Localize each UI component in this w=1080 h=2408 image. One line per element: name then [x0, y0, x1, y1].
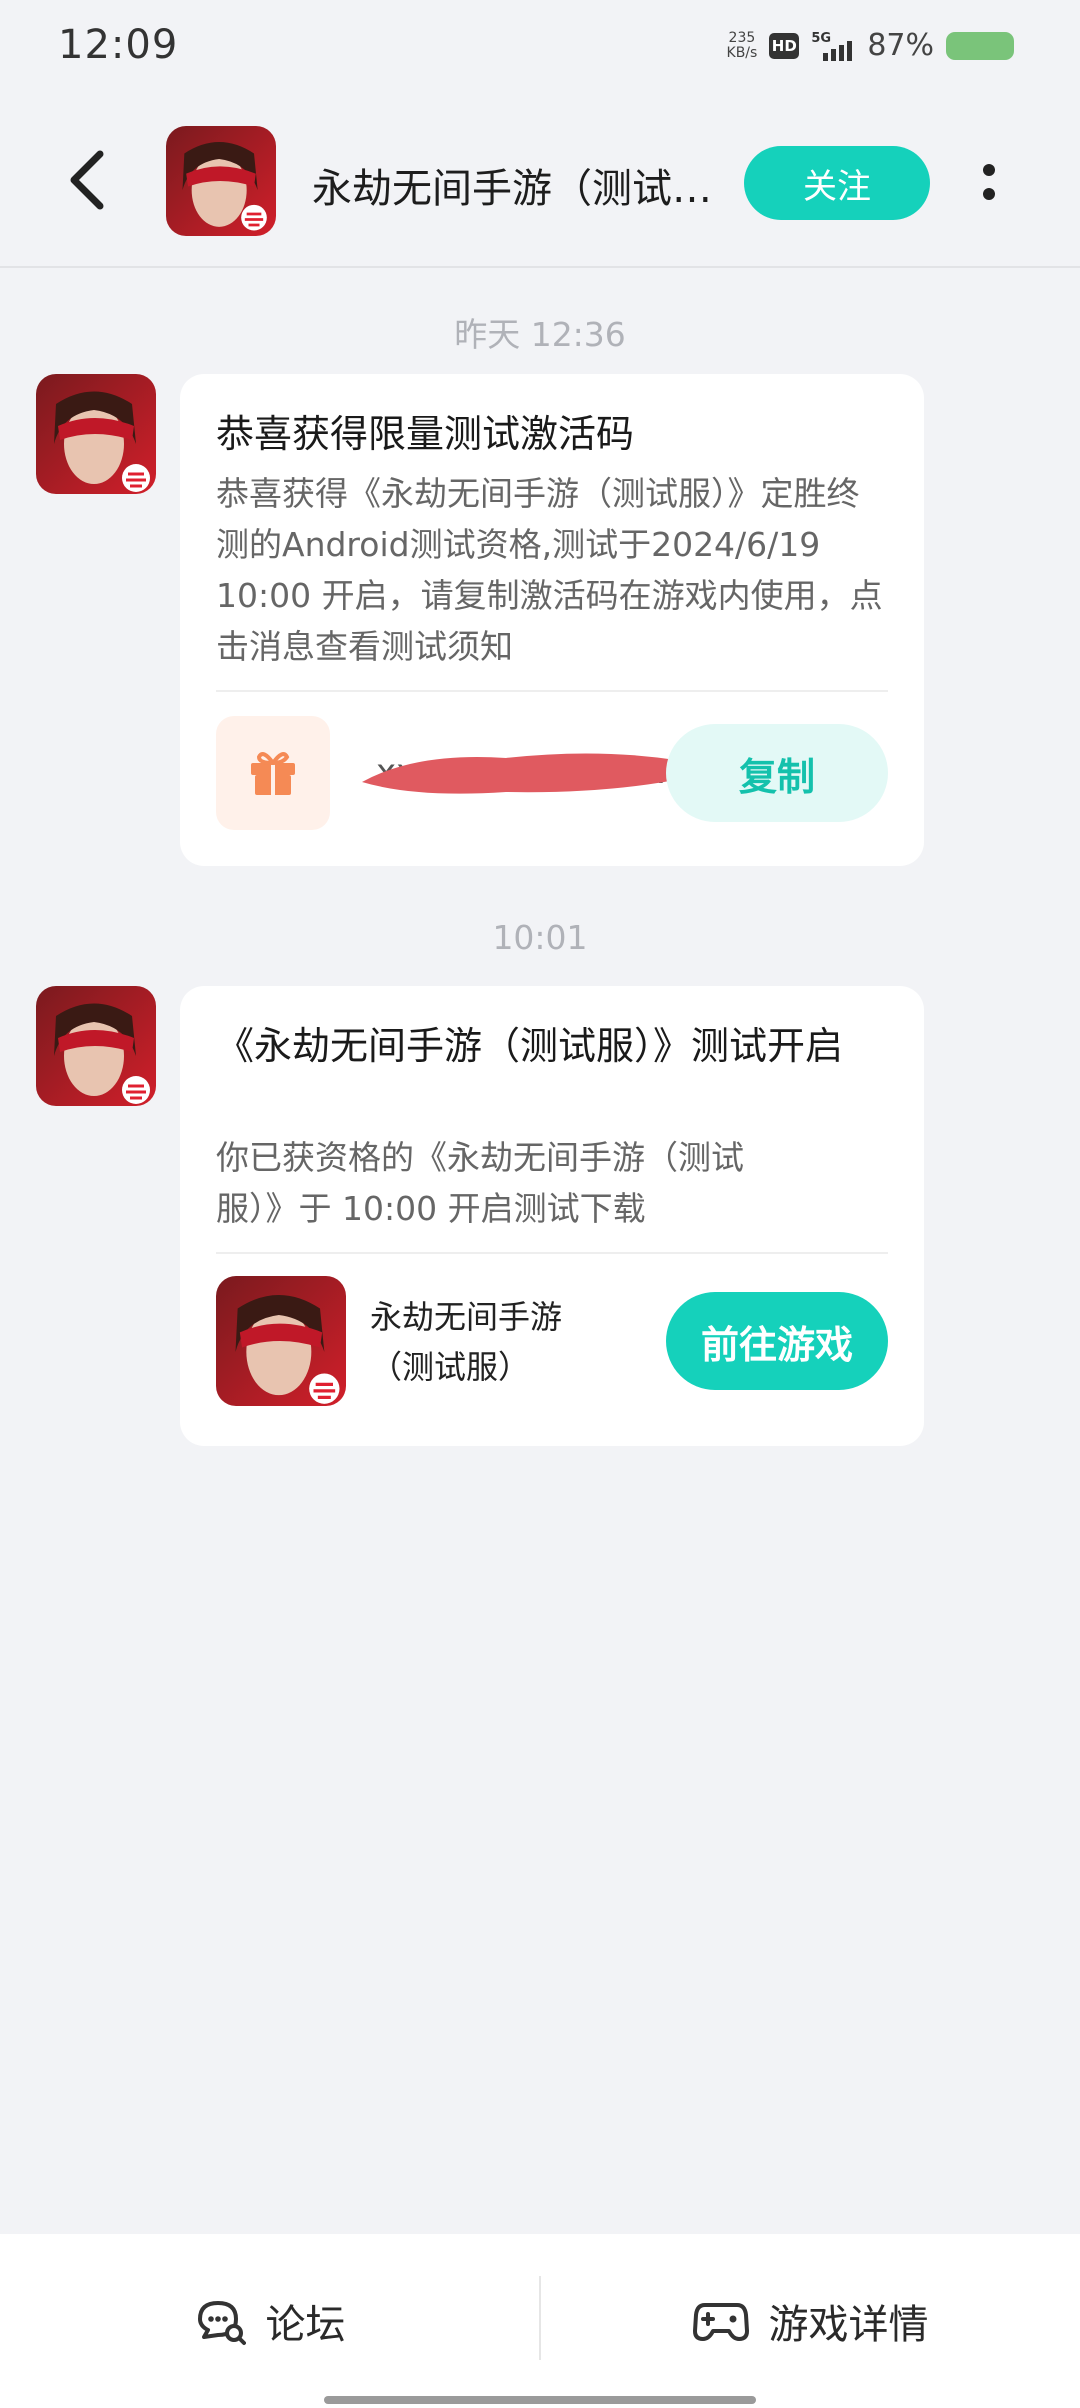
forum-label: 论坛	[265, 2302, 346, 2348]
message-card-activation[interactable]: 恭喜获得限量测试激活码 恭喜获得《永劫无间手游（测试服）》定胜终测的Androi…	[180, 374, 924, 866]
divider	[216, 690, 888, 692]
net-speed-value: 235	[728, 29, 756, 46]
game-details-tab[interactable]: 游戏详情	[541, 2234, 1080, 2408]
message-card-test-open[interactable]: 《永劫无间手游（测试服）》测试开启 你已获资格的《永劫无间手游（测试服）》于 1…	[180, 986, 924, 1446]
gamepad-icon	[692, 2303, 749, 2341]
game-icon-image	[216, 1276, 346, 1406]
home-indicator[interactable]	[324, 2396, 756, 2404]
status-icons: 235 KB/s HD 5G 87%	[727, 28, 1014, 63]
message-title: 恭喜获得限量测试激活码	[216, 412, 635, 456]
copy-button[interactable]: 复制	[666, 724, 888, 822]
game-icon[interactable]	[216, 1276, 346, 1406]
page-title: 永劫无间手游（测试…	[312, 166, 712, 212]
network-type: 5G	[811, 30, 832, 46]
message-body: 你已获资格的《永劫无间手游（测试服）》于 10:00 开启测试下载	[216, 1138, 744, 1228]
sender-avatar-image	[36, 986, 156, 1106]
battery-icon	[946, 31, 1014, 60]
back-icon[interactable]	[62, 148, 112, 212]
status-bar: 12:09 235 KB/s HD 5G 87%	[0, 0, 1080, 96]
divider	[216, 1252, 888, 1254]
signal-icon: 5G	[811, 31, 855, 61]
game-avatar-image	[166, 126, 276, 236]
message-timestamp: 10:01	[492, 918, 588, 957]
hd-icon: HD	[769, 32, 800, 59]
net-speed-unit: KB/s	[726, 44, 758, 61]
net-speed: 235 KB/s	[726, 29, 758, 61]
game-name: 永劫无间手游（测试服）	[370, 1298, 563, 1386]
message-timestamp: 昨天 12:36	[454, 315, 626, 354]
game-avatar[interactable]	[166, 126, 276, 236]
status-time: 12:09	[58, 22, 179, 68]
sender-avatar[interactable]	[36, 986, 156, 1106]
chat-header: 永劫无间手游（测试… 关注	[0, 96, 1080, 268]
forum-icon	[197, 2301, 246, 2345]
forum-tab[interactable]: 论坛	[0, 2234, 539, 2408]
message-body: 恭喜获得《永劫无间手游（测试服）》定胜终测的Android测试资格,测试于202…	[216, 474, 883, 666]
gift-icon	[216, 716, 330, 830]
go-to-game-button[interactable]: 前往游戏	[666, 1292, 888, 1390]
message-title: 《永劫无间手游（测试服）》测试开启	[216, 1024, 844, 1068]
game-details-label: 游戏详情	[768, 2302, 929, 2348]
sender-avatar[interactable]	[36, 374, 156, 494]
more-options-icon[interactable]	[976, 160, 1002, 204]
sender-avatar-image	[36, 374, 156, 494]
bottom-bar: 论坛 游戏详情	[0, 2234, 1080, 2408]
battery-percent: 87%	[867, 28, 934, 63]
follow-button[interactable]: 关注	[744, 146, 930, 220]
